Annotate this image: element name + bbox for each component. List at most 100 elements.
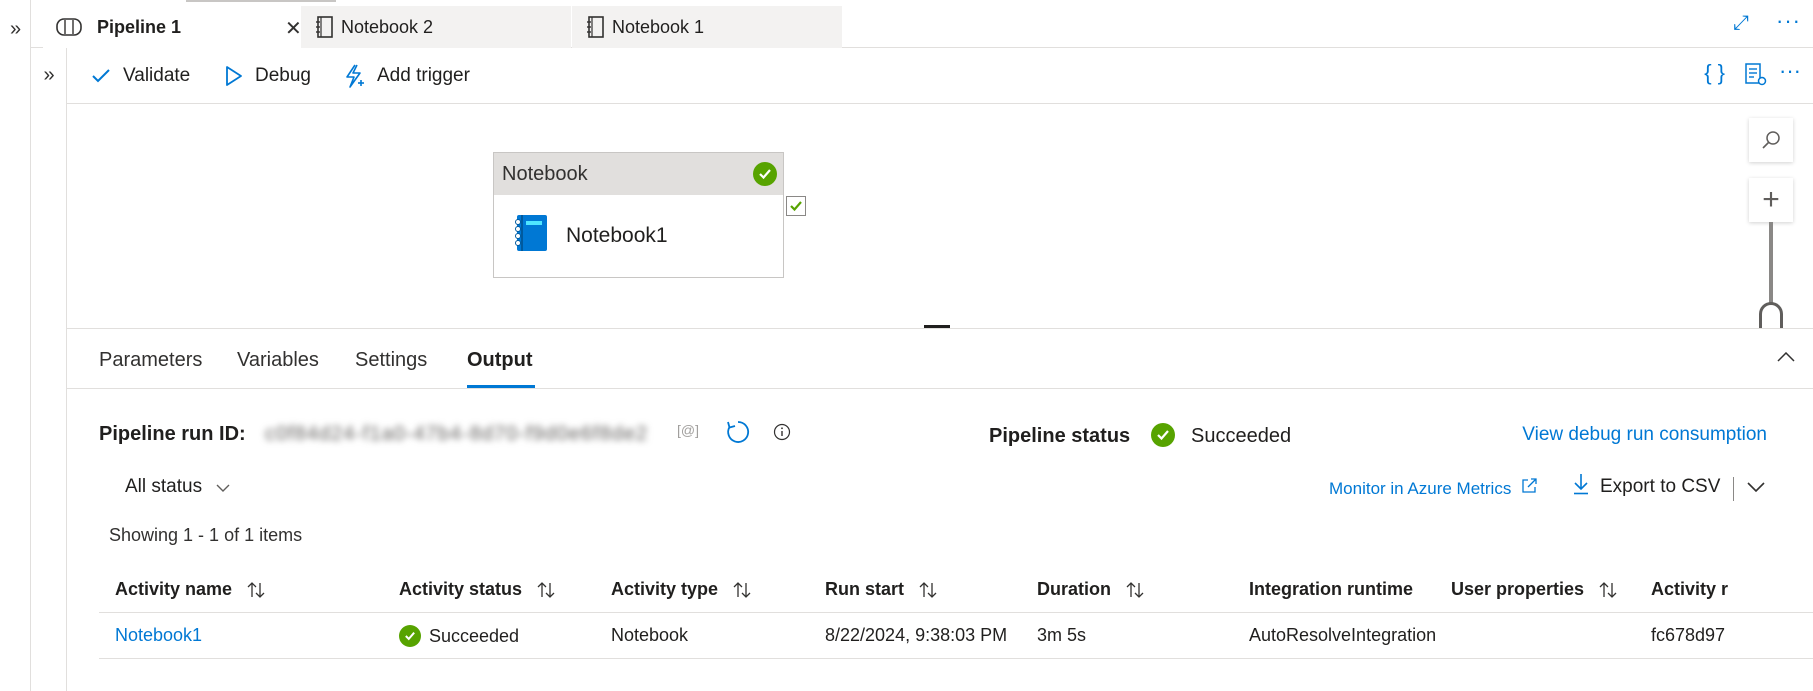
notebook-tab-icon [582, 16, 610, 38]
tab-label: Notebook 1 [612, 16, 705, 37]
column-header-integration-runtime[interactable]: Integration runtime [1249, 579, 1445, 600]
integration-runtime-cell: AutoResolveIntegration [1249, 625, 1437, 645]
more-options-icon[interactable]: ··· [1779, 58, 1801, 84]
bottom-panel: Parameters Variables Settings Output Pip… [67, 329, 1813, 691]
column-header-run-start[interactable]: Run start [825, 579, 1025, 600]
code-braces-icon[interactable]: { } [1704, 60, 1725, 86]
copy-icon[interactable]: [@] [677, 422, 699, 438]
tab-pipeline-1[interactable]: Pipeline 1 ✕ [43, 6, 331, 48]
chevron-down-icon[interactable] [1747, 479, 1765, 497]
column-header-activity-name[interactable]: Activity name [115, 579, 365, 600]
chevron-up-icon[interactable] [1777, 349, 1795, 367]
tab-label: Pipeline 1 [97, 16, 182, 37]
pipeline-toolbar: Validate Debug Add trigger { } ··· [67, 48, 1813, 104]
activity-header: Notebook [494, 153, 783, 195]
notebook-activity-card[interactable]: Notebook Notebook1 [493, 152, 784, 278]
export-csv-button[interactable]: Export to CSV [1572, 473, 1720, 501]
sort-icon[interactable] [1598, 581, 1618, 598]
tab-parameters[interactable]: Parameters [99, 349, 202, 372]
left-rail: » [0, 0, 31, 691]
status-filter-dropdown[interactable]: All status [125, 476, 230, 498]
tab-variables[interactable]: Variables [237, 349, 319, 372]
add-trigger-button[interactable]: Add trigger [343, 60, 470, 92]
refresh-icon[interactable] [725, 419, 751, 450]
activity-status-cell: Succeeded [399, 625, 599, 647]
activity-runs-table: Activity name Activity status Activity t… [99, 563, 1813, 659]
zoom-slider-thumb[interactable] [1759, 302, 1783, 328]
tab-settings[interactable]: Settings [355, 349, 427, 372]
tab-output[interactable]: Output [467, 349, 533, 372]
activity-name: Notebook1 [566, 224, 668, 247]
tab-notebook-1[interactable]: Notebook 1 [572, 6, 842, 48]
tab-label: Notebook 2 [341, 16, 434, 37]
expand-rail-icon[interactable]: » [0, 14, 31, 44]
notebook-icon [514, 214, 548, 258]
panel-tabs: Parameters Variables Settings Output [67, 329, 1813, 389]
success-check-icon [1151, 423, 1175, 447]
pipeline-canvas[interactable]: Notebook Notebook1 + [67, 104, 1813, 328]
expand-resources-icon[interactable]: » [31, 60, 67, 90]
table-row: Notebook1 Succeeded Notebook 8/22/2024, … [99, 613, 1813, 659]
splitter-grip[interactable] [924, 325, 950, 328]
sort-icon[interactable] [246, 581, 266, 598]
external-link-icon [1521, 478, 1537, 499]
zoom-search-button[interactable] [1749, 118, 1793, 162]
success-check-icon [753, 162, 777, 186]
success-output-handle[interactable] [786, 196, 806, 216]
monitor-azure-metrics-link[interactable]: Monitor in Azure Metrics [1329, 478, 1537, 499]
pipeline-status-value: Succeeded [1191, 425, 1292, 447]
pipeline-icon [55, 16, 83, 38]
toolbar-divider [1733, 477, 1734, 501]
close-icon[interactable]: ✕ [285, 16, 302, 41]
download-icon [1572, 473, 1590, 501]
validate-label: Validate [123, 65, 191, 86]
search-icon [1762, 131, 1780, 149]
column-header-user-properties[interactable]: User properties [1451, 579, 1641, 600]
duration-cell: 3m 5s [1037, 625, 1087, 645]
run-start-cell: 8/22/2024, 9:38:03 PM [825, 625, 1008, 645]
factory-resources-rail: » [31, 48, 67, 691]
info-icon[interactable] [773, 423, 791, 446]
tab-notebook-2[interactable]: Notebook 2 [301, 6, 571, 48]
chevron-down-icon [216, 476, 230, 498]
sort-icon[interactable] [918, 581, 938, 598]
activity-name-link[interactable]: Notebook1 [115, 625, 365, 646]
sort-icon[interactable] [536, 581, 556, 598]
document-tab-bar: Pipeline 1 ✕ Notebook 2 Notebook 1 ⤢ ··· [31, 0, 1813, 48]
activity-status-value: Succeeded [429, 625, 520, 646]
maximize-icon[interactable]: ⤢ [1733, 12, 1749, 35]
lightning-add-icon [343, 64, 365, 88]
pipeline-status-label: Pipeline status [989, 425, 1131, 447]
column-header-activity-type[interactable]: Activity type [611, 579, 811, 600]
properties-icon[interactable] [1743, 62, 1767, 91]
more-options-icon[interactable]: ··· [1776, 8, 1801, 34]
add-trigger-label: Add trigger [377, 65, 470, 86]
debug-button[interactable]: Debug [225, 60, 311, 92]
checkmark-icon [91, 68, 111, 84]
pipeline-run-id-value: c0f84d24-f1a0-47b4-8d70-f9d0e6f8de2 [265, 423, 649, 445]
column-header-activity-run-id[interactable]: Activity r [1651, 579, 1813, 600]
column-header-activity-status[interactable]: Activity status [399, 579, 599, 600]
status-filter-value: All status [125, 476, 203, 497]
sort-icon[interactable] [732, 581, 752, 598]
validate-button[interactable]: Validate [91, 60, 190, 92]
column-header-duration[interactable]: Duration [1037, 579, 1237, 600]
table-header-row: Activity name Activity status Activity t… [99, 563, 1813, 613]
zoom-slider-track[interactable] [1769, 222, 1773, 308]
pipeline-run-id-label: Pipeline run ID: [99, 423, 246, 445]
export-csv-label: Export to CSV [1600, 476, 1721, 497]
active-tab-indicator [467, 385, 535, 388]
tab-bar-scroll-indicator [186, 0, 336, 2]
activity-type-label: Notebook [502, 162, 588, 185]
activity-body: Notebook1 [494, 195, 783, 277]
activity-type-cell: Notebook [611, 625, 689, 645]
view-debug-consumption-link[interactable]: View debug run consumption [1522, 424, 1767, 446]
sort-icon[interactable] [1125, 581, 1145, 598]
debug-label: Debug [255, 65, 311, 86]
play-icon [225, 66, 243, 86]
items-count-text: Showing 1 - 1 of 1 items [109, 525, 303, 545]
notebook-tab-icon [311, 16, 339, 38]
activity-run-id-cell: fc678d97 [1651, 625, 1726, 645]
zoom-in-button[interactable]: + [1749, 178, 1793, 222]
monitor-link-label: Monitor in Azure Metrics [1329, 478, 1512, 498]
